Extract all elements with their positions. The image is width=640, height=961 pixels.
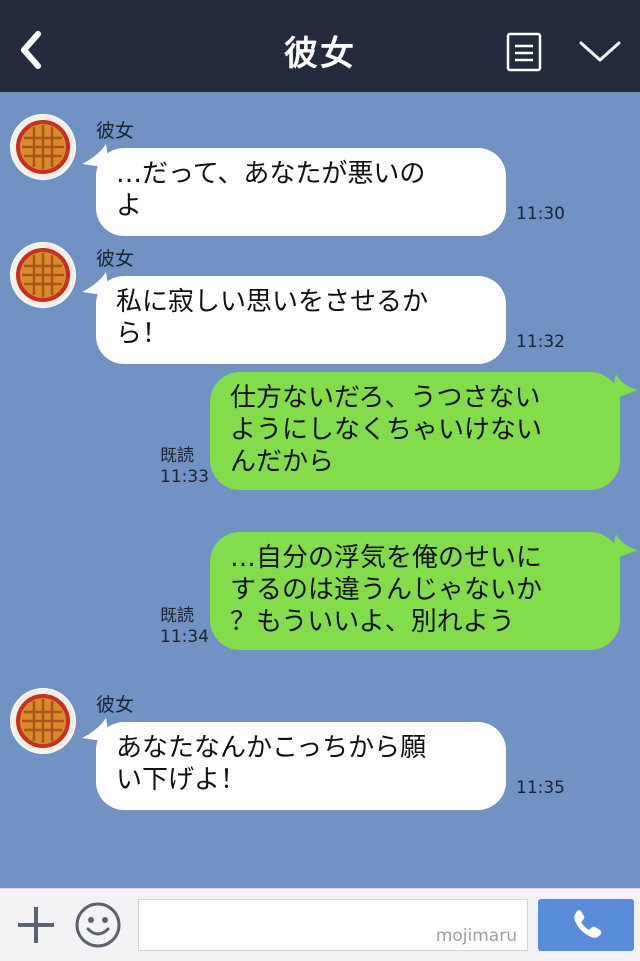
plus-icon[interactable] [14, 903, 58, 947]
avatar[interactable] [10, 242, 76, 308]
message-time: 11:32 [516, 332, 565, 352]
message-input[interactable]: mojimaru [138, 899, 528, 951]
message-bubble[interactable]: …自分の浮気を俺のせいに するのは違うんじゃないか ？もういいよ、別れよう [210, 532, 620, 650]
chat-area[interactable]: 彼女 …だって、あなたが悪いの よ 11:30 彼女 私に寂しい思いをさせるか … [0, 92, 640, 888]
chevron-down-icon[interactable] [578, 36, 622, 66]
message-time: 11:30 [516, 204, 565, 224]
message-bubble[interactable]: 私に寂しい思いをさせるか ら！ [96, 276, 506, 364]
message-bubble[interactable]: あなたなんかこっちから願 い下げよ！ [96, 722, 506, 810]
phone-icon [574, 910, 602, 938]
sender-name: 彼女 [96, 120, 135, 142]
chat-title: 彼女 [284, 34, 356, 74]
avatar[interactable] [10, 114, 76, 180]
message-line: あなたなんかこっちから願 [116, 733, 427, 763]
message-time: 11:33 [160, 467, 209, 487]
pie-avatar-icon [11, 689, 75, 753]
pie-avatar-icon [11, 115, 75, 179]
avatar[interactable] [10, 688, 76, 754]
message-time: 11:35 [516, 778, 565, 798]
message-line: 仕方ないだろ、うつさない [230, 383, 541, 413]
menu-list-icon[interactable] [506, 32, 542, 72]
watermark: mojimaru [435, 926, 517, 946]
read-status: 既読 11:33 [160, 446, 209, 488]
sender-name: 彼女 [96, 248, 135, 270]
read-label: 既読 [160, 606, 194, 626]
message-line: するのは違うんじゃないか [230, 575, 543, 605]
message-line: い下げよ！ [116, 765, 247, 795]
chat-header: 彼女 [0, 0, 640, 92]
message-line: ようにしなくちゃいけない [230, 415, 543, 445]
message-line: ら！ [116, 319, 169, 349]
message-line: …自分の浮気を俺のせいに [230, 543, 543, 573]
message-line: 私に寂しい思いをさせるか [116, 287, 429, 317]
message-bubble[interactable]: 仕方ないだろ、うつさない ようにしなくちゃいけない んだから [210, 372, 620, 490]
message-line: んだから [230, 447, 335, 477]
message-line: ？もういいよ、別れよう [230, 607, 515, 637]
read-label: 既読 [160, 446, 194, 466]
sender-name: 彼女 [96, 694, 135, 716]
message-bubble[interactable]: …だって、あなたが悪いの よ [96, 148, 506, 236]
smiley-icon[interactable] [74, 901, 122, 949]
message-line: よ [116, 191, 143, 221]
call-button[interactable] [538, 899, 634, 951]
message-line: …だって、あなたが悪いの [116, 159, 426, 189]
message-time: 11:34 [160, 627, 209, 647]
pie-avatar-icon [11, 243, 75, 307]
input-bar: mojimaru [0, 888, 640, 961]
read-status: 既読 11:34 [160, 606, 209, 648]
